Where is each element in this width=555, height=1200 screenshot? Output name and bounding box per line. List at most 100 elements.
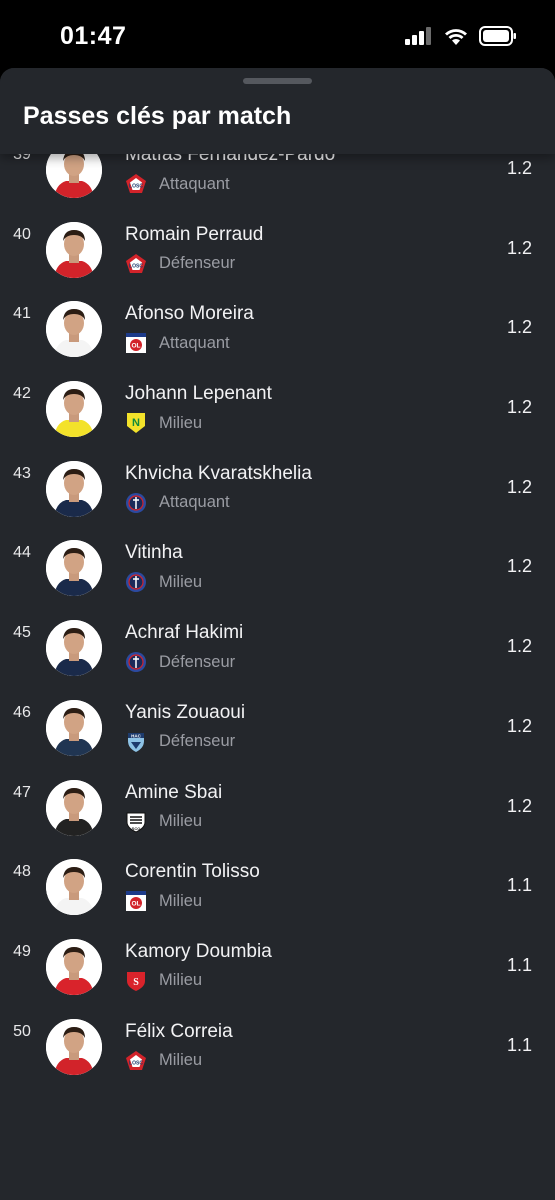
sheet-grabber[interactable] [243, 78, 312, 84]
psg-icon [125, 571, 147, 593]
nantes-icon: N [125, 412, 147, 434]
player-position: Milieu [159, 413, 203, 432]
player-stat-value: 1.2 [506, 397, 532, 418]
player-row[interactable]: 40 Romain Perraud LOSC Défenseur 1.2 [0, 218, 555, 298]
lille-icon: LOSC [125, 173, 147, 195]
svg-text:N: N [132, 417, 140, 429]
status-icons [405, 26, 517, 46]
player-row[interactable]: 47 Amine Sbai SCO Milieu 1.2 [0, 776, 555, 856]
angers-icon: SCO [125, 811, 147, 833]
player-name: Khvicha Kvaratskhelia [125, 462, 312, 484]
player-rank: 40 [13, 225, 31, 243]
player-rank: 46 [13, 703, 31, 721]
player-name: Vitinha [125, 542, 183, 564]
player-rank: 50 [13, 1022, 31, 1040]
player-row[interactable]: 42 Johann Lepenant N Milieu 1.2 [0, 377, 555, 457]
player-position: Milieu [159, 1051, 203, 1070]
player-stat-value: 1.2 [506, 795, 532, 816]
player-position: Attaquant [159, 493, 230, 512]
brest-icon: S [125, 970, 147, 992]
player-avatar [46, 540, 102, 597]
player-row[interactable]: 49 Kamory Doumbia S Milieu 1.1 [0, 935, 555, 1015]
player-avatar [46, 301, 102, 358]
player-stat-value: 1.2 [506, 476, 532, 497]
sheet-header: Passes clés par match [0, 68, 555, 154]
player-position: Milieu [159, 812, 203, 830]
player-rank: 49 [13, 942, 31, 960]
player-meta: OL Milieu [125, 890, 202, 912]
player-meta: HAC Défenseur [125, 731, 235, 753]
player-stat-value: 1.2 [506, 317, 532, 338]
player-name: Achraf Hakimi [125, 622, 244, 644]
player-row[interactable]: 45 Achraf Hakimi Défenseur 1.2 [0, 616, 555, 696]
svg-text:S: S [133, 977, 139, 988]
player-row[interactable]: 44 Vitinha Milieu 1.2 [0, 536, 555, 616]
wifi-icon [445, 28, 467, 45]
player-rank: 42 [13, 385, 31, 403]
player-meta: LOSC Défenseur [125, 253, 235, 275]
lille-icon: LOSC [125, 1050, 147, 1072]
player-row[interactable]: 48 Corentin Tolisso OL Milieu 1.1 [0, 855, 555, 935]
player-meta: OL Attaquant [125, 332, 230, 354]
player-stat-value: 1.2 [506, 237, 532, 258]
svg-text:LOSC: LOSC [129, 263, 143, 269]
battery-icon [479, 26, 516, 46]
player-meta: LOSC Milieu [125, 1050, 202, 1072]
status-bar: 01:47 [0, 0, 555, 68]
player-position: Attaquant [159, 333, 230, 352]
player-rank: 47 [13, 783, 31, 801]
player-position: Défenseur [159, 732, 236, 751]
player-avatar [46, 460, 102, 517]
player-position: Milieu [159, 971, 203, 990]
svg-text:OL: OL [131, 901, 140, 908]
player-row[interactable]: 43 Khvicha Kvaratskhelia Attaquant 1.2 [0, 457, 555, 537]
player-name: Johann Lepenant [125, 383, 272, 405]
player-meta: S Milieu [125, 970, 202, 992]
lyon-icon: OL [125, 332, 147, 354]
psg-icon [125, 492, 147, 514]
player-name: Kamory Doumbia [125, 940, 272, 962]
lille-icon: LOSC [125, 253, 147, 275]
player-meta: Milieu [125, 571, 202, 593]
player-rank: 48 [13, 863, 31, 881]
player-position: Milieu [159, 572, 203, 591]
player-meta: LOSC Attaquant [125, 173, 230, 195]
player-list: 39 Matías Fernández-Pardo LOSC Attaquant 1.2… [0, 142, 555, 1095]
psg-icon [125, 651, 147, 673]
lyon-icon: OL [125, 890, 147, 912]
status-time: 01:47 [60, 22, 127, 50]
player-name: Yanis Zouaoui [125, 701, 246, 723]
player-row[interactable]: 50 Félix Correia LOSC Milieu 1.1 [0, 1015, 555, 1095]
player-avatar [46, 620, 102, 677]
player-position: Défenseur [159, 254, 236, 273]
player-avatar [46, 859, 102, 916]
player-name: Afonso Moreira [125, 303, 254, 325]
player-position: Milieu [159, 891, 203, 910]
player-meta: Défenseur [125, 651, 235, 673]
player-name: Amine Sbai [125, 781, 223, 803]
player-meta: Attaquant [125, 492, 230, 514]
cellular-signal-icon [405, 27, 431, 45]
player-stat-value: 1.2 [506, 636, 532, 657]
player-stat-value: 1.2 [506, 715, 532, 736]
bottom-sheet: Passes clés par match 39 Matías Fernández… [0, 68, 555, 1200]
player-name: Félix Correia [125, 1020, 233, 1042]
player-avatar [46, 779, 102, 836]
player-rank: 45 [13, 624, 31, 642]
sheet-title: Passes clés par match [23, 102, 292, 130]
player-meta: N Milieu [125, 412, 202, 434]
player-position: Défenseur [159, 652, 236, 671]
player-avatar [46, 1018, 102, 1075]
svg-text:HAC: HAC [131, 733, 141, 738]
player-avatar [46, 381, 102, 438]
lehavre-icon: HAC [125, 731, 147, 753]
player-avatar [46, 938, 102, 995]
player-stat-value: 1.1 [506, 1034, 532, 1055]
player-row[interactable]: 41 Afonso Moreira OL Attaquant 1.2 [0, 297, 555, 377]
player-avatar [46, 699, 102, 756]
player-rank: 44 [13, 544, 31, 562]
player-position: Attaquant [159, 174, 230, 193]
player-meta: SCO Milieu [125, 811, 202, 833]
player-stat-value: 1.1 [506, 954, 532, 975]
player-row[interactable]: 46 Yanis Zouaoui HAC Défenseur 1.2 [0, 696, 555, 776]
